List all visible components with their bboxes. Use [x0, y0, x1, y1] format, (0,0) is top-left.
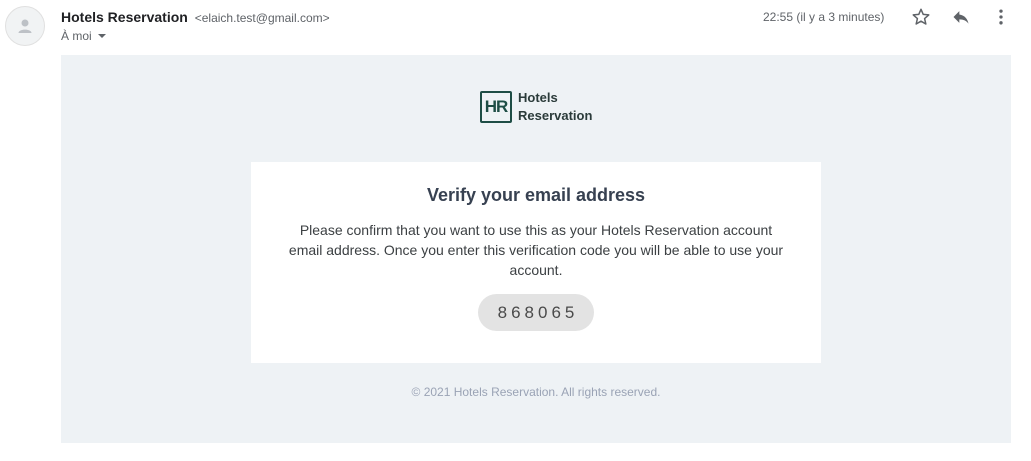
reply-button[interactable] [949, 5, 973, 29]
chevron-down-icon [97, 34, 106, 38]
recipient-details-toggle[interactable]: À moi [61, 28, 106, 44]
verification-card: Verify your email address Please confirm… [251, 162, 821, 363]
timestamp: 22:55 (il y a 3 minutes) [763, 10, 885, 24]
card-message: Please confirm that you want to use this… [288, 222, 784, 278]
logo-line-2: Reservation [518, 108, 593, 123]
sender-name[interactable]: Hotels Reservation [61, 9, 188, 25]
logo-line-1: Hotels [518, 90, 558, 105]
footer-copyright: © 2021 Hotels Reservation. All rights re… [411, 385, 661, 399]
verification-code: 868065 [478, 294, 594, 331]
sender-email[interactable]: <elaich.test@gmail.com> [195, 11, 330, 25]
logo-monogram: HR [480, 91, 512, 123]
brand-logo[interactable]: HR Hotels Reservation [480, 89, 592, 125]
card-title: Verify your email address [426, 185, 646, 205]
sender-line: Hotels Reservation <elaich.test@gmail.co… [61, 8, 330, 27]
star-button[interactable] [909, 5, 933, 29]
star-icon [912, 8, 930, 25]
reply-icon [953, 11, 969, 24]
more-vert-icon [999, 9, 1003, 25]
logo-text: Hotels Reservation [518, 89, 592, 125]
more-options-button[interactable] [989, 5, 1013, 29]
recipient-label: À moi [61, 29, 92, 43]
avatar[interactable] [5, 6, 45, 46]
person-icon [18, 19, 32, 33]
email-body: HR Hotels Reservation Verify your email … [61, 55, 1011, 443]
